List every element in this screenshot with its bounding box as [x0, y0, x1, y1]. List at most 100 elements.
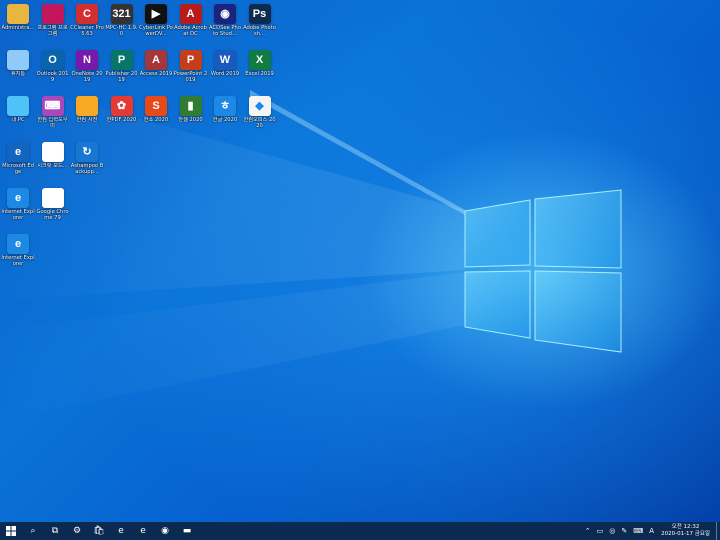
- taskbar: ⌕ ⧉ ⚙ 🛍 e e ◉ ▬ ⌃ ▭ ◎ ✎ ⌨ A 오전 12:32 2020-01-17 금요일: [0, 522, 720, 540]
- desktop-icon-label: Administra...: [1, 25, 35, 31]
- desktop-icon[interactable]: 시크릿 모드...: [36, 142, 70, 169]
- desktop-icon-label: 시크릿 모드...: [37, 163, 68, 169]
- desktop-icon[interactable]: S 한쇼 2020: [139, 96, 173, 123]
- settings-icon[interactable]: ⚙: [66, 522, 88, 540]
- desktop-icon[interactable]: e Internet Explorer: [1, 188, 35, 221]
- ccleaner-icon: C: [76, 4, 98, 24]
- desktop-icon-label: 한컴 사전: [76, 117, 98, 123]
- desktop-icon-label: 한쇼 2020: [143, 117, 169, 123]
- desktop-icon[interactable]: ◆ 한컴오피스 2020: [243, 96, 277, 129]
- desktop-icon-label: Word 2019: [210, 71, 240, 77]
- this-pc-icon: [7, 96, 29, 116]
- desktop-icon[interactable]: 휴지통: [1, 50, 35, 77]
- desktop-icon-label: Access 2019: [139, 71, 173, 77]
- file-explorer-icon[interactable]: ▬: [176, 522, 198, 540]
- desktop-icon[interactable]: X Excel 2019: [243, 50, 277, 77]
- windows-start-icon[interactable]: [0, 522, 22, 540]
- desktop[interactable]: Administra... 프로그램 프로그램 C CCleaner Pro 5.63…: [0, 0, 720, 522]
- desktop-icon-label: CyberLink PowerDV...: [139, 25, 173, 37]
- desktop-icon-label: 한PDF 2020: [106, 117, 137, 123]
- clock[interactable]: 오전 12:32 2020-01-17 금요일: [657, 524, 716, 538]
- desktop-icon[interactable]: Administra...: [1, 4, 35, 31]
- hancom-office-icon: ◆: [248, 96, 271, 116]
- ie-icon: e: [7, 234, 29, 254]
- desktop-icon[interactable]: ▶ CyberLink PowerDV...: [139, 4, 173, 37]
- desktop-icon-label: 한셀 2020: [178, 117, 203, 123]
- hangul-icon: ㅎ: [214, 96, 236, 116]
- desktop-icon-label: OneNote 2019: [71, 71, 103, 83]
- desktop-icon[interactable]: A Access 2019: [139, 50, 173, 77]
- desktop-icon-label: Google Chrome 79: [36, 209, 69, 221]
- desktop-icon[interactable]: ✿ 한PDF 2020: [105, 96, 139, 123]
- excel-icon: X: [248, 50, 271, 70]
- desktop-icon[interactable]: P PowerPoint 2019: [174, 50, 208, 83]
- desktop-icon[interactable]: 한컴 사전: [70, 96, 104, 123]
- network-icon[interactable]: ◎: [606, 527, 618, 535]
- edge-legacy-icon: e: [7, 142, 29, 162]
- access-icon: A: [145, 50, 167, 70]
- ie-icon[interactable]: e: [132, 522, 154, 540]
- task-view-icon[interactable]: ⧉: [44, 522, 66, 540]
- usb-icon[interactable]: ▭: [594, 527, 607, 535]
- desktop-icon[interactable]: ⌨ 한컴 입력도우미: [36, 96, 70, 129]
- hancom-pdf-icon: ✿: [110, 96, 133, 116]
- edge-icon[interactable]: e: [110, 522, 132, 540]
- desktop-icon[interactable]: N OneNote 2019: [70, 50, 104, 83]
- desktop-icon[interactable]: e Internet Explorer: [1, 234, 35, 267]
- desktop-icon-label: CCleaner Pro 5.63: [70, 25, 104, 37]
- desktop-icon-label: 한컴오피스 2020: [243, 117, 276, 129]
- desktop-icon-label: Adobe Photosh...: [243, 25, 276, 37]
- desktop-icon[interactable]: 321 MPC-HC 1.9.0: [105, 4, 139, 37]
- hanshow-icon: S: [145, 96, 167, 116]
- acdsee-icon: ◉: [214, 4, 236, 24]
- desktop-icon[interactable]: ↻ Ashampoo Backupp...: [70, 142, 104, 175]
- desktop-icon[interactable]: ◉ ACDSee Photo Stud...: [208, 4, 242, 37]
- desktop-icon[interactable]: P Publisher 2019: [105, 50, 139, 83]
- desktop-icon-label: 내 PC: [11, 117, 25, 123]
- desktop-icon[interactable]: C CCleaner Pro 5.63: [70, 4, 104, 37]
- chrome-icon: [41, 188, 64, 208]
- desktop-icon[interactable]: ▮ 한셀 2020: [174, 96, 208, 123]
- show-desktop-button[interactable]: [716, 522, 720, 540]
- word-icon: W: [214, 50, 236, 70]
- desktop-icon-label: ACDSee Photo Stud...: [209, 25, 241, 37]
- desktop-icon-label: Internet Explorer: [1, 209, 35, 221]
- desktop-icon[interactable]: Ps Adobe Photosh...: [243, 4, 277, 37]
- desktop-icon-label: PowerPoint 2019: [173, 71, 208, 83]
- chevron-up-icon[interactable]: ⌃: [582, 527, 594, 535]
- desktop-icon[interactable]: W Word 2019: [208, 50, 242, 77]
- clock-date: 2020-01-17 금요일: [661, 531, 710, 537]
- desktop-icon[interactable]: O Outlook 2019: [36, 50, 70, 83]
- user-folder-icon: [7, 4, 29, 24]
- hancell-icon: ▮: [179, 96, 202, 116]
- search-icon[interactable]: ⌕: [22, 522, 44, 540]
- desktop-icon[interactable]: 프로그램 프로그램: [36, 4, 70, 37]
- powerpoint-icon: P: [179, 50, 202, 70]
- desktop-icon-label: Excel 2019: [245, 71, 274, 77]
- desktop-icon[interactable]: Google Chrome 79: [36, 188, 70, 221]
- desktop-icon-label: Microsoft Edge: [2, 163, 34, 175]
- system-tray: ⌃ ▭ ◎ ✎ ⌨ A 오전 12:32 2020-01-17 금요일: [582, 522, 720, 540]
- powerdvd-icon: ▶: [145, 4, 167, 24]
- dictionary-icon: [76, 96, 98, 116]
- keyboard-app-icon: ⌨: [41, 96, 64, 116]
- onenote-icon: N: [76, 50, 98, 70]
- desktop-icon-label: Publisher 2019: [105, 71, 138, 83]
- desktop-icon[interactable]: ㅎ 한글 2020: [208, 96, 242, 123]
- outlook-icon: O: [41, 50, 64, 70]
- desktop-icon-label: 휴지통: [10, 71, 26, 77]
- keyboard-icon[interactable]: ⌨: [630, 527, 646, 535]
- pen-icon[interactable]: ✎: [618, 527, 630, 535]
- recycle-bin-icon: [7, 50, 29, 70]
- store-icon[interactable]: 🛍: [88, 522, 110, 540]
- chrome-icon[interactable]: ◉: [154, 522, 176, 540]
- chrome-incognito-icon: [41, 142, 64, 162]
- ie-icon: e: [7, 188, 29, 208]
- desktop-icon-label: 한컴 입력도우미: [37, 117, 68, 129]
- acrobat-icon: A: [179, 4, 202, 24]
- desktop-icon-label: 한글 2020: [212, 117, 238, 123]
- desktop-icon[interactable]: 내 PC: [1, 96, 35, 123]
- desktop-icon[interactable]: A Adobe Acrobat DC: [174, 4, 208, 37]
- desktop-icon[interactable]: e Microsoft Edge: [1, 142, 35, 175]
- ime-indicator[interactable]: A: [646, 527, 657, 535]
